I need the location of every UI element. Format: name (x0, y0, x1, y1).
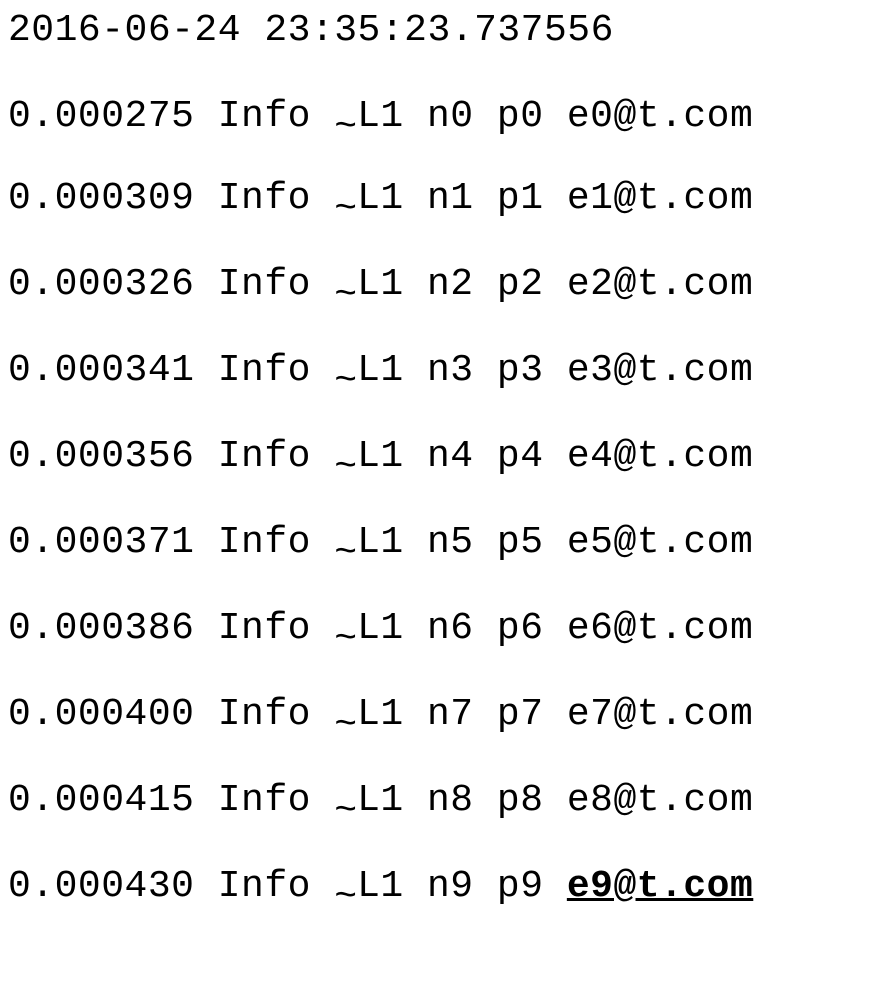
log-p: p6 (497, 607, 544, 650)
log-line: 0.000386 Info L1 n6 p6 e6@t.com (8, 610, 868, 648)
log-level: Info (218, 607, 311, 650)
log-time: 0.000386 (8, 607, 194, 650)
log-n: n5 (427, 521, 474, 564)
log-n: n2 (427, 263, 474, 306)
log-n: n7 (427, 693, 474, 736)
log-level: Info (218, 693, 311, 736)
log-line: 0.000400 Info L1 n7 p7 e7@t.com (8, 696, 868, 734)
log-email: e4@t.com (567, 435, 753, 478)
log-email: e5@t.com (567, 521, 753, 564)
log-email: e8@t.com (567, 779, 753, 822)
log-time: 0.000430 (8, 865, 194, 908)
log-level: Info (218, 263, 311, 306)
log-level: Info (218, 177, 311, 220)
log-line: 0.000356 Info L1 n4 p4 e4@t.com (8, 438, 868, 476)
log-time: 0.000371 (8, 521, 194, 564)
log-level: Info (218, 865, 311, 908)
log-n: n1 (427, 177, 474, 220)
log-tag: L1 (357, 693, 404, 736)
log-time: 0.000415 (8, 779, 194, 822)
log-p: p2 (497, 263, 544, 306)
log-p: p5 (497, 521, 544, 564)
log-time: 0.000326 (8, 263, 194, 306)
log-email[interactable]: e9@t.com (567, 865, 753, 908)
log-line: 0.000326 Info L1 n2 p2 e2@t.com (8, 266, 868, 304)
log-tag: L1 (357, 95, 404, 138)
log-time: 0.000275 (8, 95, 194, 138)
log-tag: L1 (357, 521, 404, 564)
log-n: n4 (427, 435, 474, 478)
log-time: 0.000309 (8, 177, 194, 220)
log-level: Info (218, 349, 311, 392)
log-email: e7@t.com (567, 693, 753, 736)
log-n: n8 (427, 779, 474, 822)
log-email: e2@t.com (567, 263, 753, 306)
log-p: p8 (497, 779, 544, 822)
log-p: p7 (497, 693, 544, 736)
log-email: e6@t.com (567, 607, 753, 650)
log-line: 0.000430 Info L1 n9 p9 e9@t.com (8, 868, 868, 906)
log-time: 0.000356 (8, 435, 194, 478)
log-n: n0 (427, 95, 474, 138)
log-line: 0.000275 Info L1 n0 p0 e0@t.com (8, 98, 868, 136)
log-line: 0.000371 Info L1 n5 p5 e5@t.com (8, 524, 868, 562)
log-n: n3 (427, 349, 474, 392)
log-tag: L1 (357, 435, 404, 478)
log-tag: L1 (357, 349, 404, 392)
log-tag: L1 (357, 779, 404, 822)
log-p: p0 (497, 95, 544, 138)
log-p: p3 (497, 349, 544, 392)
log-tag: L1 (357, 263, 404, 306)
log-line: 0.000341 Info L1 n3 p3 e3@t.com (8, 352, 868, 390)
log-tag: L1 (357, 607, 404, 650)
log-email: e1@t.com (567, 177, 753, 220)
log-email: e0@t.com (567, 95, 753, 138)
log-p: p1 (497, 177, 544, 220)
log-p: p4 (497, 435, 544, 478)
log-time: 0.000400 (8, 693, 194, 736)
log-line: 0.000309 Info L1 n1 p1 e1@t.com (8, 180, 868, 218)
log-p: p9 (497, 865, 544, 908)
log-level: Info (218, 779, 311, 822)
log-level: Info (218, 521, 311, 564)
log-time: 0.000341 (8, 349, 194, 392)
log-level: Info (218, 435, 311, 478)
log-tag: L1 (357, 865, 404, 908)
log-rows-container: 0.000275 Info L1 n0 p0 e0@t.com 0.000309 … (8, 98, 868, 906)
log-n: n6 (427, 607, 474, 650)
log-n: n9 (427, 865, 474, 908)
log-timestamp: 2016-06-24 23:35:23.737556 (8, 12, 868, 50)
log-line: 0.000415 Info L1 n8 p8 e8@t.com (8, 782, 868, 820)
log-tag: L1 (357, 177, 404, 220)
log-email: e3@t.com (567, 349, 753, 392)
log-level: Info (218, 95, 311, 138)
